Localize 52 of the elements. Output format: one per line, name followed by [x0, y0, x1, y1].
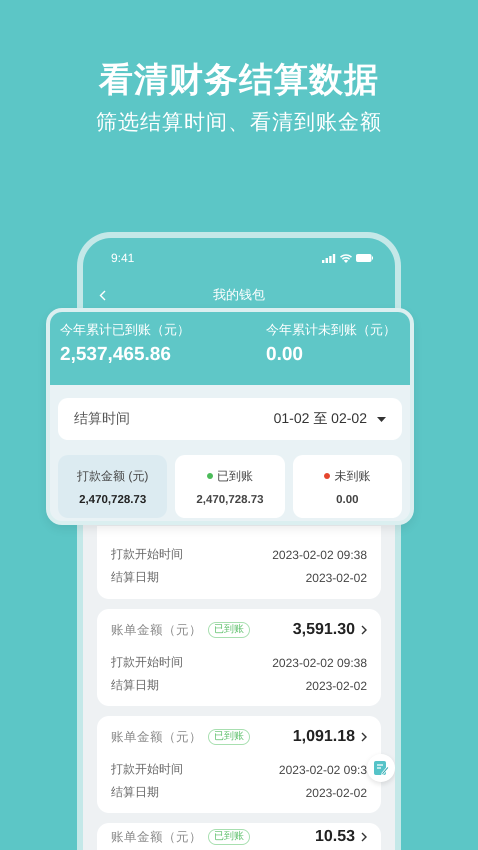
date-filter[interactable]: 结算时间 01-02 至 02-02: [58, 398, 402, 440]
bill-amount: 1,091.18: [292, 728, 355, 746]
row-label: 结算日期: [111, 569, 159, 586]
headline: 看清财务结算数据: [99, 60, 379, 101]
row-label: 打款开始时间: [111, 761, 183, 778]
tab-label: 未到账: [334, 468, 370, 484]
tab-label: 已到账: [216, 468, 253, 484]
bill-card[interactable]: 账单金额（元） 已到账 10.53: [97, 823, 381, 850]
total-label: 今年累计已到账（元）: [60, 321, 190, 339]
total-value: 2,537,465.86: [60, 344, 172, 366]
amount-tab[interactable]: 打款金额 (元) 2,470,728.73: [58, 455, 168, 518]
screen-title: 我的钱包: [213, 286, 265, 304]
bill-card[interactable]: 账单金额（元） 已到账 3,591.30 打款开始时间 2023-02-02 09:38 结算日期 2023-02-02: [97, 609, 381, 706]
bill-amount-label: 账单金额（元）: [111, 828, 202, 846]
total-value: 0.00: [266, 344, 304, 366]
signal-icon: [322, 254, 336, 262]
bill-amount-label: 账单金额（元）: [111, 728, 202, 746]
bill-card[interactable]: 账单金额（元） 已到账 1,091.18 打款开始时间 2023-02-02 09:3 结算日期 2023-02-02: [97, 716, 381, 813]
tab-label: 打款金额 (元): [77, 468, 148, 484]
chevron-icon: [361, 625, 367, 635]
bill-amount: 3,591.30: [292, 621, 355, 639]
total-label: 今年累计未到账（元）: [266, 321, 396, 339]
bill-amount-label: 账单金额（元）: [111, 622, 202, 638]
row-label: 打款开始时间: [111, 654, 183, 671]
bill-amount: 10.53: [314, 828, 355, 846]
tab-value: 0.00: [336, 494, 359, 506]
row-value: 2023-02-02 09:3: [278, 762, 367, 776]
wifi-icon: [340, 254, 352, 262]
row-value: 2023-02-02: [306, 678, 367, 692]
row-label: 结算日期: [111, 677, 159, 694]
row-value: 2023-02-02: [306, 570, 367, 584]
battery-icon: [356, 254, 373, 262]
status-tag: 已到账: [208, 729, 250, 745]
status-tag: 已到账: [208, 829, 250, 845]
row-label: 打款开始时间: [111, 546, 183, 563]
status-time: 9:41: [111, 251, 134, 265]
tab-value: 2,470,728.73: [196, 494, 264, 506]
subheadline: 筛选结算时间、看清到账金额: [96, 110, 382, 136]
chevron-icon: [361, 832, 367, 842]
back-icon[interactable]: [99, 290, 106, 301]
row-value: 2023-02-02 09:38: [272, 548, 367, 562]
edit-icon: [373, 760, 389, 776]
bill-card[interactable]: 打款开始时间 2023-02-02 09:38 结算日期 2023-02-02: [97, 526, 381, 599]
amount-tab[interactable]: 已到账 2,470,728.73: [175, 455, 285, 518]
chevron-icon: [361, 732, 367, 742]
tab-value: 2,470,728.73: [79, 494, 146, 506]
row-value: 2023-02-02: [306, 786, 367, 800]
status-tag: 已到账: [208, 622, 250, 638]
amount-tab[interactable]: 未到账 0.00: [292, 455, 402, 518]
dropdown-icon: [377, 416, 386, 422]
row-label: 结算日期: [111, 784, 159, 801]
row-value: 2023-02-02 09:38: [272, 656, 367, 670]
